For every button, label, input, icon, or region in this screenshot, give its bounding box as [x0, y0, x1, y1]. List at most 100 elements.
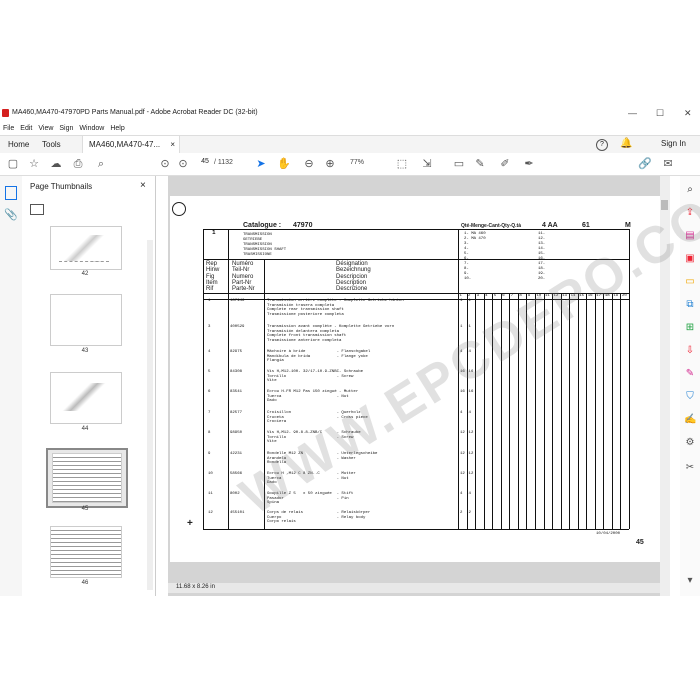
designation-header: Désignation Bezeichnung Descripcion Desc…: [336, 261, 371, 292]
row-qty: 4: [460, 411, 463, 415]
redact-icon[interactable]: ✎: [684, 368, 696, 380]
fit-page-icon[interactable]: ⬚: [395, 157, 409, 171]
row-description: Vite: [267, 379, 277, 384]
zoom-in-icon[interactable]: ⊕: [323, 157, 337, 171]
minimize-button[interactable]: —: [628, 108, 637, 118]
more-tools-icon[interactable]: ⚙: [684, 437, 696, 449]
hole-punch-circle: [172, 202, 186, 216]
left-rail: 📎: [0, 176, 23, 596]
fill-sign-icon[interactable]: ✍: [684, 414, 696, 426]
total-pages: / 1132: [214, 159, 233, 166]
title-bar: MA460,MA470-47970PD Parts Manual.pdf - A…: [0, 106, 700, 122]
thumbnail-45-selected[interactable]: [46, 448, 128, 508]
comment-tool-icon[interactable]: ▭: [684, 276, 696, 288]
row-part-number: 83541: [230, 390, 243, 394]
row-part-number: 400529: [230, 325, 245, 329]
zoom-level[interactable]: 77%: [350, 159, 364, 166]
menu-help[interactable]: Help: [110, 125, 124, 132]
page-number-input[interactable]: 45: [199, 158, 211, 165]
thumbnail-46[interactable]: [50, 526, 122, 578]
share-icon[interactable]: ✉: [661, 157, 675, 171]
row-qty: 4: [460, 492, 463, 496]
catalogue-number: 47970: [293, 222, 313, 229]
row-rep: 8: [208, 431, 211, 435]
pdf-page: 1 Catalogue : 47970 TRANSMISSION GETRIEB…: [170, 162, 700, 562]
header-rule: [203, 259, 629, 260]
hand-tool-icon[interactable]: ✋: [277, 157, 291, 171]
models-left: 1- MA 460 2- MA 470 3- 4- 5- 6- 7- 8- 9-…: [464, 232, 486, 282]
row-qty: 12: [460, 452, 465, 456]
menu-view[interactable]: View: [38, 125, 53, 132]
row-part-number: 8002: [230, 492, 240, 496]
highlight-pen-icon[interactable]: ✎: [473, 157, 487, 171]
print-icon[interactable]: ⎙: [71, 157, 85, 171]
thumbnail-label: 43: [81, 348, 89, 354]
scroll-down-icon[interactable]: ▾: [684, 575, 696, 587]
draw-pen-icon[interactable]: ✐: [498, 157, 512, 171]
tools-settings-icon[interactable]: ✂: [684, 462, 696, 474]
maximize-button[interactable]: ☐: [656, 108, 664, 119]
search-icon[interactable]: ⌕: [94, 157, 108, 171]
tab-bar: Home Tools MA460,MA470-47... × ? 🔔 Sign …: [0, 135, 700, 154]
row-part-number: 42231: [230, 452, 243, 456]
page-code: 61: [582, 222, 590, 229]
row-part-number: 455101: [230, 511, 245, 515]
row-qty: 2: [460, 511, 463, 515]
header-line: Bezeichnung: [336, 267, 371, 274]
panel-close-icon[interactable]: ×: [140, 180, 146, 191]
zoom-out-icon[interactable]: ⊖: [302, 157, 316, 171]
title-line: TRASMISSIONE: [243, 253, 272, 257]
share-link-icon[interactable]: 🔗: [638, 157, 652, 171]
tab-document[interactable]: MA460,MA470-47... ×: [82, 136, 180, 153]
row-rep: 10: [208, 472, 213, 476]
menu-window[interactable]: Window: [79, 125, 104, 132]
row-qty: 12: [468, 431, 474, 435]
menu-edit[interactable]: Edit: [20, 125, 32, 132]
compress-icon[interactable]: ⇩: [684, 345, 696, 357]
qty-col-rule: [620, 293, 622, 529]
tab-tools[interactable]: Tools: [36, 136, 67, 153]
sign-icon[interactable]: ✒: [522, 157, 536, 171]
qty-col-rule: [594, 293, 596, 529]
thumbnail-44[interactable]: [50, 372, 122, 424]
organize-pages-icon[interactable]: ⊞: [684, 322, 696, 334]
scroll-mode-icon[interactable]: ⇲: [420, 157, 434, 171]
row-description: Corpo relais: [267, 520, 296, 525]
thumbnail-43[interactable]: [50, 294, 122, 346]
tab-close-icon[interactable]: ×: [170, 136, 175, 153]
select-cursor-icon[interactable]: ➤: [254, 157, 268, 171]
tab-home[interactable]: Home: [2, 136, 35, 153]
sign-in-button[interactable]: Sign In: [661, 139, 686, 148]
row-part-number: 84308: [230, 370, 243, 374]
upload-cloud-icon[interactable]: ☁: [49, 157, 63, 171]
close-button[interactable]: ✕: [684, 108, 692, 119]
bell-icon[interactable]: 🔔: [620, 138, 632, 149]
row-qty: 12: [460, 472, 465, 476]
thumbnails-icon[interactable]: [5, 186, 17, 200]
tab-document-label: MA460,MA470-47...: [89, 140, 161, 149]
row-description: Vite: [267, 440, 277, 445]
header-line: Descripcion: [336, 273, 368, 280]
row-rep: 11: [208, 492, 213, 496]
thumbnail-options-icon[interactable]: [30, 204, 44, 215]
qty-col-rule: [611, 293, 613, 529]
row-qty: 2: [468, 511, 471, 515]
comment-icon[interactable]: ▭: [452, 157, 466, 171]
combine-files-icon[interactable]: ⧉: [684, 299, 696, 311]
qty-col-rule: [458, 293, 459, 529]
acrobat-logo-icon: [2, 109, 9, 117]
help-icon[interactable]: ?: [596, 139, 608, 151]
attachment-icon[interactable]: 📎: [4, 208, 18, 221]
page-down-icon[interactable]: ⊙: [176, 157, 190, 171]
document-page-number: 45: [636, 539, 644, 546]
menu-file[interactable]: File: [3, 125, 14, 132]
protect-icon[interactable]: ⛉: [684, 391, 696, 403]
bookmark-star-icon[interactable]: ☆: [27, 157, 41, 171]
row-qty: 4: [468, 492, 471, 496]
create-pdf-icon[interactable]: ▢: [6, 157, 20, 171]
page-up-icon[interactable]: ⊙: [158, 157, 172, 171]
header-line: Descrizione: [336, 286, 368, 293]
menu-sign[interactable]: Sign: [59, 125, 73, 132]
thumbnail-42[interactable]: [50, 226, 122, 270]
panel-scrollbar[interactable]: [147, 240, 153, 590]
